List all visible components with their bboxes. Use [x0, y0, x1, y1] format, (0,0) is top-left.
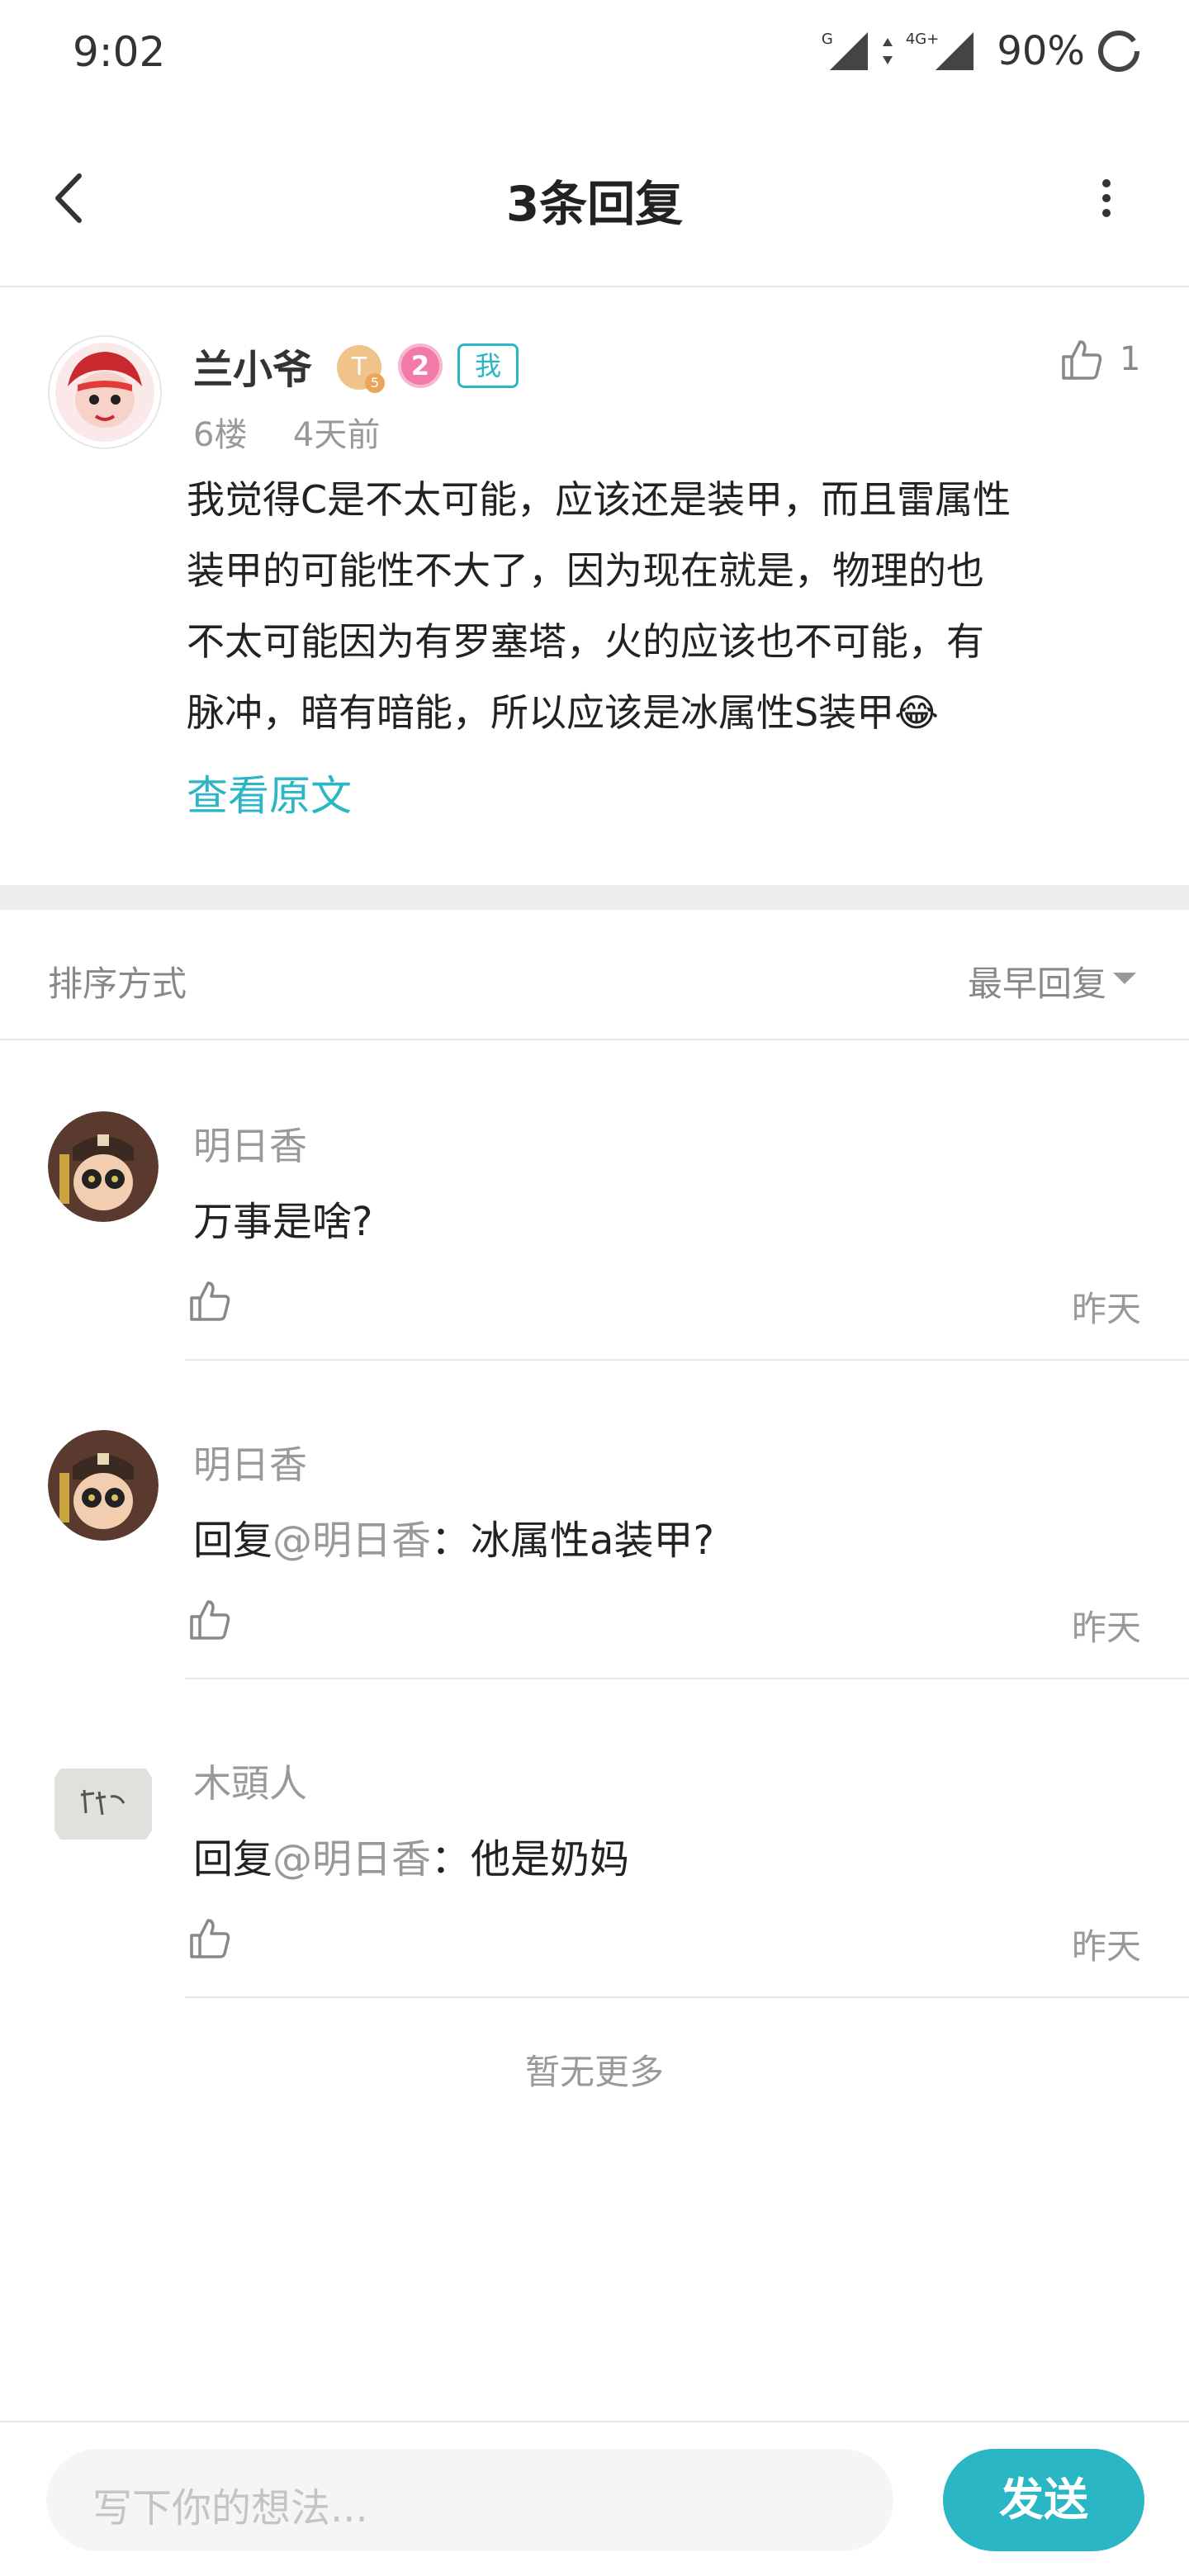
battery-ring-icon — [1098, 31, 1139, 72]
comment-input-placeholder[interactable]: 写下你的想法... — [92, 2475, 368, 2533]
thumbs-up-icon — [190, 1281, 230, 1321]
op-body-line: 我觉得C是不太可能，应该还是装甲，而且雷属性 — [187, 477, 1011, 522]
reply-text: 万事是啥? — [193, 1189, 372, 1247]
page-title: 3条回复 — [505, 176, 684, 232]
op-like-button[interactable] — [1059, 337, 1105, 383]
reply-content: 万事是啥? — [193, 1199, 373, 1245]
badge-t: T 5 — [337, 345, 385, 393]
reply-avatar[interactable] — [48, 1749, 159, 1859]
send-button[interactable]: 发送 — [943, 2449, 1144, 2551]
op-body: 我觉得C是不太可能，应该还是装甲，而且雷属性 装甲的可能性不大了，因为现在就是，… — [187, 464, 1136, 748]
badge-t-level: 5 — [365, 373, 385, 393]
reply-like-button[interactable] — [187, 1597, 233, 1643]
reply-content: ：他是奶妈 — [431, 1836, 630, 1882]
battery-percent: 90% — [997, 28, 1085, 74]
op-time: 4天前 — [292, 416, 381, 454]
status-icons: G 4G+ 90% — [822, 28, 1141, 74]
reply-text: 回复@明日香：他是奶妈 — [193, 1826, 629, 1884]
reply-author[interactable]: 明日香 — [193, 1116, 307, 1171]
op-author-name[interactable]: 兰小爷 — [193, 337, 312, 395]
reply-time: 昨天 — [1071, 1608, 1141, 1648]
op-body-line: 脉冲，暗有暗能，所以应该是冰属性S装甲😂 — [187, 690, 939, 735]
op-body-line: 不太可能因为有罗塞塔，火的应该也不可能，有 — [187, 619, 984, 664]
reply-mention[interactable]: @明日香 — [272, 1518, 431, 1564]
no-more-text: 暂无更多 — [524, 2052, 664, 2092]
op-body-line: 装甲的可能性不大了，因为现在就是，物理的也 — [187, 548, 984, 593]
reply-time: 昨天 — [1071, 1926, 1141, 1967]
more-vertical-icon — [1102, 179, 1111, 217]
avatar-image — [48, 1749, 159, 1859]
avatar-image — [48, 1430, 159, 1541]
status-time: 9:02 — [73, 28, 166, 76]
divider — [0, 2421, 1189, 2422]
reply-content: ：冰属性a装甲? — [431, 1518, 714, 1564]
badge-level: 2 — [398, 343, 443, 388]
avatar-image — [55, 343, 154, 442]
signal-icon — [829, 32, 868, 70]
reply-author[interactable]: 木頭人 — [193, 1754, 307, 1808]
reply-text: 回复@明日香：冰属性a装甲? — [193, 1508, 714, 1565]
divider — [185, 1996, 1189, 1998]
reply-like-button[interactable] — [187, 1915, 233, 1962]
op-floor: 6楼 — [193, 416, 248, 454]
reply-prefix: 回复 — [193, 1518, 273, 1564]
reply-like-button[interactable] — [187, 1278, 233, 1324]
reply-time: 昨天 — [1071, 1289, 1141, 1329]
sort-dropdown[interactable]: 最早回复 — [968, 956, 1106, 1006]
op-like-count: 1 — [1120, 340, 1141, 378]
section-divider — [0, 885, 1189, 910]
reply-mention[interactable]: @明日香 — [272, 1836, 431, 1882]
more-button[interactable] — [1090, 173, 1123, 223]
divider — [0, 1039, 1189, 1040]
chevron-down-icon[interactable] — [1113, 973, 1136, 984]
op-meta: 6楼 4天前 — [193, 408, 380, 456]
badge-t-label: T — [351, 353, 367, 381]
badge-me: 我 — [457, 343, 519, 388]
thumbs-up-icon — [1062, 340, 1102, 380]
avatar-image — [48, 1111, 159, 1222]
signal-icon-2 — [936, 32, 974, 70]
divider — [185, 1678, 1189, 1679]
reply-avatar[interactable] — [48, 1430, 159, 1541]
reply-avatar[interactable] — [48, 1111, 159, 1222]
thumbs-up-icon — [190, 1600, 230, 1640]
reply-prefix: 回复 — [193, 1836, 273, 1882]
data-arrows-icon — [882, 38, 893, 64]
op-avatar[interactable] — [48, 335, 162, 449]
view-original-link[interactable]: 查看原文 — [187, 763, 352, 822]
divider — [185, 1359, 1189, 1361]
reply-author[interactable]: 明日香 — [193, 1435, 307, 1489]
sort-label: 排序方式 — [48, 964, 187, 1004]
thumbs-up-icon — [190, 1919, 230, 1958]
